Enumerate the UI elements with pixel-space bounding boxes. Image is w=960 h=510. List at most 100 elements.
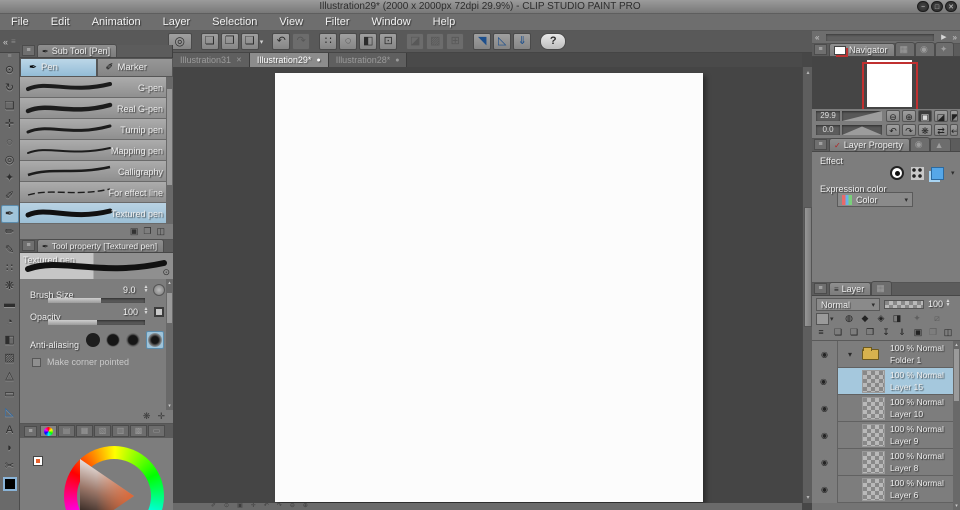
scrollbar-thumb[interactable] [804, 207, 812, 327]
menu-edit[interactable]: Edit [40, 14, 81, 30]
border-effect-icon[interactable] [890, 166, 904, 180]
rotate-value[interactable]: 0.0 [816, 125, 840, 135]
tab-mixing[interactable]: ▧ [94, 425, 111, 437]
expression-color-dropdown[interactable]: Color ▾ [837, 192, 913, 207]
collapse-right-icon[interactable]: » [950, 33, 960, 42]
layer-extra-tab[interactable]: ▦ [871, 281, 892, 295]
reselect-button[interactable]: ◌ [339, 33, 357, 50]
status-icon[interactable]: ▣ [237, 503, 243, 510]
layer-color-effect-icon[interactable] [931, 167, 944, 180]
gradient-tool-icon[interactable]: ▨ [1, 349, 19, 367]
zoom-out-button[interactable]: ⊖ [886, 110, 900, 122]
layer-row-layer-6[interactable]: ◉ 100 % Normal Layer 6 [812, 476, 953, 503]
layer-palette-color-button[interactable] [816, 313, 829, 325]
transfer-down-button[interactable]: ↧ [879, 326, 893, 339]
tone-effect-icon[interactable] [911, 167, 924, 180]
lp-extra-tab-2[interactable]: ▲ [930, 138, 951, 151]
blend-tool-icon[interactable]: ◔ [1, 313, 19, 331]
tab-gradient[interactable]: ▭ [148, 425, 165, 437]
layer-thumbnail[interactable] [862, 424, 885, 447]
layer-name[interactable]: Layer 15 [890, 382, 923, 392]
tab-color-wheel[interactable] [40, 425, 57, 437]
figure-tool-icon[interactable]: △ [1, 367, 19, 385]
eye-icon[interactable]: ◉ [821, 458, 828, 467]
aa-strong-option[interactable] [146, 331, 164, 349]
visibility-cell[interactable]: ◉ [812, 368, 838, 395]
save-dropdown-icon[interactable]: ▾ [260, 38, 264, 46]
tab-pen[interactable]: ✒ Pen [20, 58, 97, 77]
brush-row-for-effect-line[interactable]: For effect line [20, 182, 173, 203]
scrollbar-thumb[interactable] [954, 349, 959, 401]
pin-opacity-button[interactable]: ◆ [858, 312, 872, 325]
menu-help[interactable]: Help [422, 14, 467, 30]
brush-size-indicator-icon[interactable] [153, 284, 165, 296]
brush-size-stepper[interactable]: ▲▼ [142, 285, 150, 293]
balloon-tool-icon[interactable]: ◗ [1, 439, 19, 457]
open-file-button[interactable]: ❐ [221, 33, 239, 50]
layer-name[interactable]: Folder 1 [890, 355, 921, 365]
doc-tab-illustration31[interactable]: Illustration31 ✕ [173, 53, 250, 67]
snap-ruler-button[interactable]: ◥ [473, 33, 491, 50]
visibility-cell[interactable]: ◉ [812, 341, 838, 368]
color-menu-icon[interactable]: ≡ [24, 426, 37, 437]
frame-border-tool-icon[interactable]: ▭ [1, 385, 19, 403]
eye-icon[interactable]: ◉ [821, 485, 828, 494]
close-button[interactable]: ✕ [945, 1, 957, 12]
opacity-value[interactable]: 100 [123, 307, 138, 317]
pen-tool-icon[interactable]: ✒ [1, 205, 19, 223]
status-icon[interactable]: ⊕ [303, 503, 308, 510]
navigator-menu-icon[interactable]: ≡ [814, 44, 827, 55]
eye-icon[interactable]: ◉ [821, 404, 828, 413]
canvas-vertical-scrollbar[interactable]: ▴ ▾ [802, 67, 812, 503]
zoom-in-button[interactable]: ⊕ [902, 110, 916, 122]
reset-view-button[interactable]: ↩ [950, 124, 958, 136]
corner-checkbox[interactable] [32, 358, 41, 367]
deselect-button[interactable]: ∷ [319, 33, 337, 50]
new-raster-layer-button[interactable]: ❏ [831, 326, 845, 339]
canvas-document[interactable] [275, 73, 703, 502]
layer-opacity-slider[interactable] [884, 300, 924, 309]
layer-thumbnail[interactable] [862, 451, 885, 474]
rotate-right-button[interactable]: ↷ [902, 124, 916, 136]
visibility-cell[interactable]: ◉ [812, 422, 838, 449]
flip-vertical-button[interactable]: ◩ [950, 110, 958, 122]
menu-layer[interactable]: Layer [152, 14, 202, 30]
lock-icon[interactable]: ▣ [130, 226, 139, 237]
expand-arrow-icon[interactable]: ▾ [848, 350, 852, 359]
layer-tab[interactable]: ≡ Layer [829, 282, 871, 295]
operation-tool-icon[interactable]: ❏ [1, 97, 19, 115]
minimize-button[interactable]: − [917, 1, 929, 12]
menu-filter[interactable]: Filter [314, 14, 360, 30]
scale-rotate-button[interactable]: ⊡ [379, 33, 397, 50]
collapse-left-icon[interactable]: « [3, 37, 8, 47]
zoom-tool-icon[interactable]: ⊙ [1, 61, 19, 79]
foreground-color-swatch[interactable] [3, 477, 17, 491]
duplicate-subtool-icon[interactable]: ❐ [143, 226, 151, 237]
effect-dropdown-icon[interactable]: ▾ [951, 169, 955, 177]
tab-marker[interactable]: ✐ Marker [97, 58, 174, 77]
brush-row-turnip-pen[interactable]: Turnip pen [20, 119, 173, 140]
menu-window[interactable]: Window [361, 14, 422, 30]
redo-button[interactable]: ↷ [292, 33, 310, 50]
layer-list-scrollbar[interactable]: ▴ ▾ [953, 341, 960, 510]
brush-row-g-pen[interactable]: G-pen [20, 77, 173, 98]
magnifier-icon[interactable]: ⊙ [162, 267, 170, 278]
opacity-slider[interactable] [48, 320, 145, 325]
layer-name[interactable]: Layer 9 [890, 436, 918, 446]
status-icon[interactable]: ⊙ [224, 503, 229, 510]
decoration-tool-icon[interactable]: ❋ [1, 277, 19, 295]
layer-row-layer-10[interactable]: ◉ 100 % Normal Layer 10 [812, 395, 953, 422]
new-file-button[interactable]: ❏ [201, 33, 219, 50]
visibility-cell[interactable]: ◉ [812, 449, 838, 476]
opacity-indicator-icon[interactable] [154, 307, 164, 317]
reset-rotation-button[interactable]: ❋ [918, 124, 932, 136]
subview-tab[interactable]: ▦ [895, 42, 916, 56]
help-button[interactable]: ? [540, 33, 566, 50]
layer-row-layer-15[interactable]: ◉ 100 % Normal Layer 15 [812, 368, 953, 395]
maximize-button[interactable]: □ [931, 1, 943, 12]
doc-tab-illustration28[interactable]: Illustration28* ● [329, 53, 408, 67]
eye-icon[interactable]: ◉ [820, 377, 827, 386]
merge-down-button[interactable]: ⇓ [895, 326, 909, 339]
undo-button[interactable]: ↶ [272, 33, 290, 50]
tab-approx-color[interactable]: ▥ [112, 425, 129, 437]
